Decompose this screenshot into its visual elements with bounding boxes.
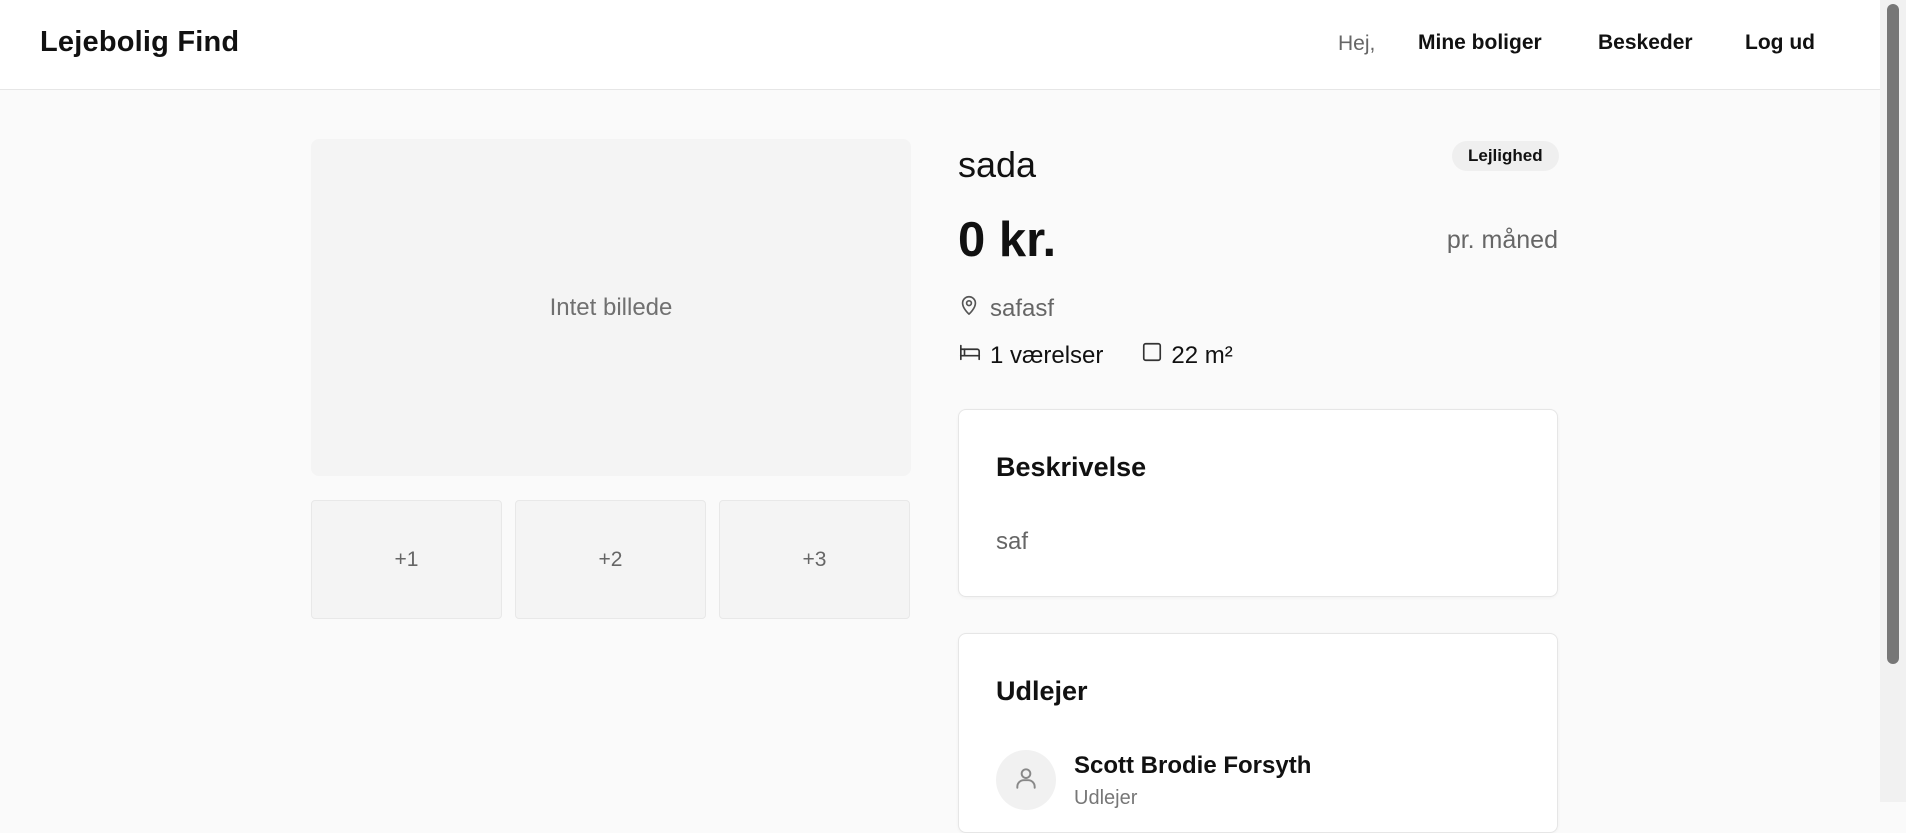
gallery-thumb-2[interactable]: +2 bbox=[515, 500, 706, 619]
nav-my-homes[interactable]: Mine boliger bbox=[1418, 31, 1542, 55]
description-title: Beskrivelse bbox=[996, 452, 1147, 482]
gallery-thumb-label: +2 bbox=[598, 547, 623, 571]
listing-price: 0 kr. bbox=[958, 213, 1057, 267]
location-text: safasf bbox=[990, 294, 1055, 322]
listing-location: safasf bbox=[958, 293, 1054, 324]
user-icon bbox=[1013, 764, 1039, 797]
description-card: Beskrivelse saf bbox=[958, 409, 1558, 597]
top-header: Lejebolig Find Hej, Mine boliger Beskede… bbox=[0, 0, 1880, 90]
nav-logout[interactable]: Log ud bbox=[1745, 31, 1815, 55]
listing-title: sada bbox=[958, 144, 1037, 185]
avatar bbox=[996, 750, 1056, 810]
owner-role: Udlejer bbox=[1074, 787, 1138, 809]
owner-name: Scott Brodie Forsyth bbox=[1074, 752, 1312, 779]
rooms-text: 1 værelser bbox=[990, 341, 1104, 369]
scrollbar-thumb[interactable] bbox=[1887, 4, 1899, 664]
property-type-badge: Lejlighed bbox=[1452, 141, 1559, 171]
owner-title: Udlejer bbox=[996, 676, 1088, 706]
rooms-spec: 1 værelser bbox=[958, 341, 1103, 370]
price-unit: pr. måned bbox=[1446, 226, 1558, 254]
area-text: 22 m² bbox=[1171, 341, 1233, 369]
page-scrollbar[interactable] bbox=[1880, 0, 1906, 802]
owner-card: Udlejer Scott Brodie Forsyth Udlejer bbox=[958, 633, 1558, 833]
square-icon bbox=[1141, 341, 1163, 370]
main-image-placeholder[interactable]: Intet billede bbox=[311, 139, 911, 476]
gallery-thumb-label: +1 bbox=[394, 547, 419, 571]
nav-messages[interactable]: Beskeder bbox=[1598, 31, 1693, 55]
gallery-thumb-3[interactable]: +3 bbox=[719, 500, 910, 619]
area-spec: 22 m² bbox=[1141, 341, 1233, 370]
map-pin-icon bbox=[958, 293, 980, 324]
greeting-text: Hej, bbox=[1338, 32, 1376, 55]
bed-icon bbox=[958, 341, 982, 370]
gallery-thumb-1[interactable]: +1 bbox=[311, 500, 502, 619]
gallery-thumb-label: +3 bbox=[802, 547, 827, 571]
description-text: saf bbox=[996, 528, 1029, 555]
listing-specs: 1 værelser 22 m² bbox=[958, 341, 1233, 370]
no-image-label: Intet billede bbox=[549, 293, 673, 321]
brand-logo[interactable]: Lejebolig Find bbox=[40, 26, 239, 59]
